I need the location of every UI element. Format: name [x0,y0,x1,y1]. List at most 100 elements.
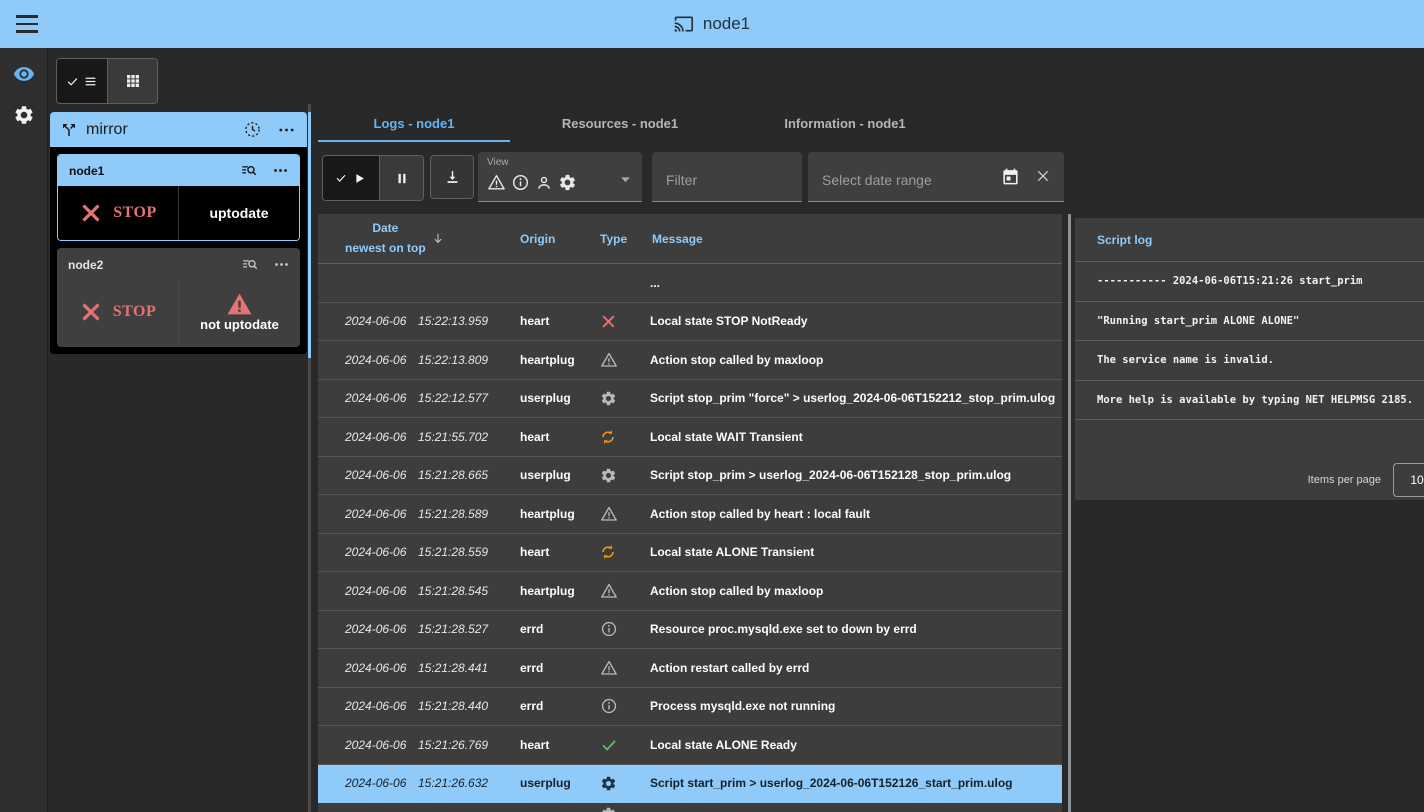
items-per-page-select[interactable]: 10 [1393,463,1424,497]
node2-sync: not uptodate [178,281,300,343]
log-row[interactable]: 2024-06-0615:21:55.702heartLocal state W… [318,418,1062,457]
tab-logs[interactable]: Logs - node1 [318,104,510,142]
log-time: 15:21:28.441 [418,661,520,675]
call-split-icon [60,121,78,139]
logs-scrollbar[interactable] [1068,214,1071,812]
log-date: 2024-06-06 [345,430,418,444]
log-message: Action stop called by maxloop [640,353,1062,367]
node-card-node1[interactable]: node1 STOP uptodate [57,154,300,241]
log-row[interactable]: 2024-06-0615:21:28.559heartLocal state A… [318,534,1062,573]
tab-resources-label: Resources - node1 [562,116,678,131]
play-button[interactable] [323,156,379,200]
log-date: 2024-06-06 [345,738,418,752]
node2-state-label: STOP [113,303,157,321]
cluster-panel-body: node1 STOP uptodate [50,147,307,354]
log-message: Action stop called by maxloop [640,584,1062,598]
log-date: 2024-06-06 [345,545,418,559]
log-row[interactable]: 2024-06-0615:21:26.769heartLocal state A… [318,726,1062,765]
tab-logs-label: Logs - node1 [374,116,455,131]
log-row[interactable]: ... [318,264,1062,303]
script-log-lines: ----------- 2024-06-06T15:21:26 start_pr… [1075,262,1424,420]
clear-date-icon[interactable] [1035,168,1051,184]
tab-information[interactable]: Information - node1 [730,104,960,142]
sort-by-date-header[interactable]: Date newest on top [345,219,520,257]
list-view-button[interactable] [57,59,107,103]
log-message: Resource proc.mysqld.exe set to down by … [640,622,1062,636]
log-type-warning-icon [600,582,640,600]
settings-icon[interactable] [13,104,35,126]
log-type-ready-icon [600,736,640,754]
log-origin: heart [520,314,600,328]
date-range-input[interactable] [808,152,978,201]
log-message: Action stop called by heart : local faul… [640,507,1062,521]
log-date: 2024-06-06 [345,699,418,713]
view-filter-label: View [487,157,509,168]
log-row[interactable]: 2024-06-0615:21:28.545heartplugAction st… [318,572,1062,611]
log-date: 2024-06-06 [345,391,418,405]
more-options-icon[interactable] [278,127,295,133]
log-time: 15:21:28.440 [418,699,520,713]
log-time: 15:21:26.769 [418,738,520,752]
pause-icon [395,171,409,186]
type-column-label: Type [600,232,640,246]
calendar-icon[interactable] [1001,167,1020,186]
view-filter-dropdown[interactable]: View [478,152,642,202]
log-type-warning-icon [600,351,640,369]
log-date: 2024-06-06 [345,314,418,328]
list-icon [83,75,98,88]
log-row[interactable]: 2024-06-0615:21:26.632userplugScript sta… [318,765,1062,804]
log-origin: heart [520,738,600,752]
filter-input[interactable] [652,152,802,201]
log-time: 15:21:28.589 [418,507,520,521]
more-options-icon[interactable] [274,262,289,267]
log-row[interactable]: 2024-06-0615:21:28.527errdResource proc.… [318,611,1062,650]
log-row[interactable]: 2024-06-0615:21:28.441errdAction restart… [318,649,1062,688]
log-table-header: Date newest on top Origin Type Message [318,214,1062,264]
left-rail [0,48,48,812]
cluster-title: mirror [86,121,128,139]
log-row[interactable]: 2024-06-0615:22:12.577userplugScript sto… [318,380,1062,419]
log-type-transient-icon [600,544,640,560]
visibility-icon[interactable] [13,63,35,85]
log-row[interactable] [318,803,1062,812]
log-origin: heartplug [520,353,600,367]
cluster-panel: mirror node1 STOP [50,112,307,354]
node2-header: node2 [57,248,300,281]
view-toggle [56,58,158,104]
log-row[interactable]: 2024-06-0615:21:28.440errdProcess mysqld… [318,688,1062,727]
more-options-icon[interactable] [273,168,288,173]
manage-search-icon[interactable] [241,256,259,274]
log-row[interactable]: 2024-06-0615:22:13.959heartLocal state S… [318,303,1062,342]
menu-icon[interactable] [14,12,48,36]
node1-name: node1 [69,164,104,178]
log-date: 2024-06-06 [345,353,418,367]
download-logs-button[interactable] [430,155,474,199]
tab-resources[interactable]: Resources - node1 [510,104,730,142]
log-row[interactable]: 2024-06-0615:22:13.809heartplugAction st… [318,341,1062,380]
script-log-line: "Running start_prim ALONE ALONE" [1075,302,1424,342]
filter-field [652,152,802,202]
node1-state: STOP [58,186,178,240]
play-icon [352,171,367,186]
schedule-icon[interactable] [243,120,262,139]
log-origin: heartplug [520,584,600,598]
log-origin: heart [520,545,600,559]
log-origin: heart [520,430,600,444]
node-card-node2[interactable]: node2 STOP not uptodate [57,248,300,347]
log-follow-toggle [322,155,424,201]
log-message: Script stop_prim > userlog_2024-06-06T15… [640,468,1062,482]
grid-view-button[interactable] [107,59,157,103]
gear-icon [558,173,577,192]
manage-search-icon[interactable] [240,162,258,180]
left-scrollbar-thumb[interactable] [308,112,311,358]
pause-button[interactable] [379,156,423,200]
log-row[interactable]: 2024-06-0615:21:28.665userplugScript sto… [318,457,1062,496]
log-row[interactable]: 2024-06-0615:21:28.589heartplugAction st… [318,495,1062,534]
script-log-title: Script log [1075,218,1424,262]
log-date: 2024-06-06 [345,507,418,521]
node1-sync-label: uptodate [209,205,268,221]
log-type-script-icon [600,467,640,484]
items-per-page-value: 10 [1410,473,1423,487]
arrow-down-icon [431,231,445,246]
pagination-footer: Items per page 10 [1075,461,1424,499]
